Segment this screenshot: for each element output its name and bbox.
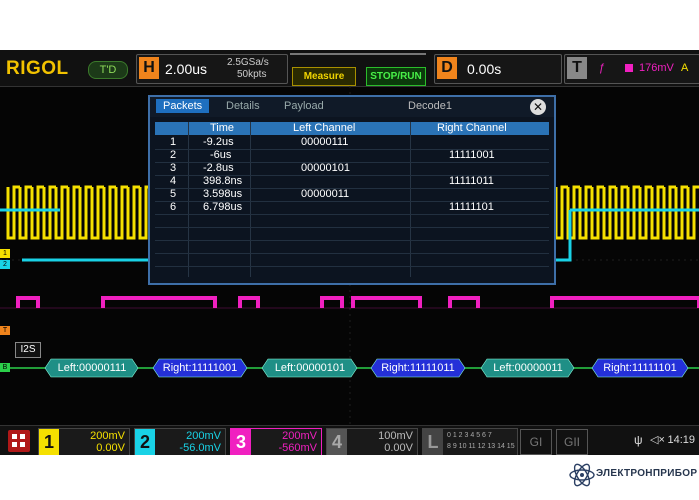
- table-row-empty: [155, 240, 549, 254]
- table-row[interactable]: 6 6.798us 11111101: [155, 201, 549, 215]
- watermark-text: ЭЛЕКТРОНПРИБОР: [596, 468, 698, 479]
- row-time: 398.8ns: [203, 175, 243, 187]
- channel3-settings[interactable]: 3 200mV -560mV: [230, 428, 322, 455]
- channel2-settings[interactable]: 2 200mV -56.0mV: [134, 428, 226, 455]
- row-time: -6us: [210, 149, 232, 161]
- channel1-offset: 0.00V: [96, 442, 125, 454]
- row-index: 3: [170, 162, 177, 174]
- channel2-offset: -56.0mV: [179, 442, 221, 454]
- logic-badge: L: [423, 429, 443, 455]
- channel4-settings[interactable]: 4 100mV 0.00V: [326, 428, 418, 455]
- row-index: 4: [170, 175, 177, 187]
- channel1-settings[interactable]: 1 200mV 0.00V: [38, 428, 130, 455]
- row-time: 3.598us: [203, 188, 243, 200]
- bus-level-marker[interactable]: B: [0, 363, 10, 372]
- bus-packet-2: Right:11111001: [162, 362, 238, 374]
- channel1-scale: 200mV: [90, 430, 125, 442]
- table-row[interactable]: 3 -2.8us 00000101: [155, 162, 549, 176]
- ch1-level-marker[interactable]: 1: [0, 249, 10, 258]
- channel4-offset: 0.00V: [384, 442, 413, 454]
- bus-protocol-label: I2S: [15, 342, 41, 358]
- channel2-scale: 200mV: [186, 430, 221, 442]
- close-icon[interactable]: ✕: [530, 99, 546, 115]
- table-row-empty: [155, 214, 549, 228]
- channel4-badge: 4: [327, 429, 347, 455]
- row-right-value: 11111101: [449, 201, 494, 213]
- row-right-value: 11111001: [449, 149, 495, 161]
- bus-packet-3: Left:00000101: [274, 362, 346, 374]
- logic-analyzer-settings[interactable]: L 0 1 2 3 4 5 6 7 8 9 10 11 12 13 14 15: [422, 428, 518, 455]
- table-row-empty: [155, 227, 549, 241]
- channel3-offset: -560mV: [278, 442, 317, 454]
- ch2-level-marker[interactable]: 2: [0, 260, 10, 269]
- row-right-value: 11111011: [449, 175, 494, 187]
- row-index: 6: [170, 201, 177, 213]
- bus-packet-1: Left:00000111: [57, 362, 127, 374]
- row-left-value: 00000101: [301, 162, 350, 174]
- atom-logo-icon: [569, 463, 595, 487]
- channel2-badge: 2: [135, 429, 155, 455]
- bus-packet-6: Right:11111101: [603, 362, 677, 374]
- row-left-value: 00000111: [301, 136, 349, 148]
- column-right-channel: Right Channel: [437, 122, 507, 134]
- row-left-value: 00000011: [301, 188, 350, 200]
- trigger-level-marker[interactable]: T: [0, 326, 10, 335]
- row-time: -2.8us: [203, 162, 234, 174]
- channel1-badge: 1: [39, 429, 59, 455]
- row-index: 5: [170, 188, 177, 200]
- clock: 14:19: [667, 434, 695, 446]
- row-index: 1: [170, 136, 177, 148]
- table-row[interactable]: 2 -6us 11111001: [155, 149, 549, 163]
- tab-details[interactable]: Details: [226, 100, 260, 112]
- dialog-tab-bar: Packets Details Payload Decode1 ✕: [150, 97, 554, 117]
- generator1-button[interactable]: GI: [520, 429, 552, 455]
- oscilloscope-screen: RIGOL T'D H 2.00us 2.5GSa/s 50kpts Measu…: [0, 50, 699, 455]
- table-row[interactable]: 1 -9.2us 00000111: [155, 136, 549, 150]
- dialog-title: Decode1: [408, 100, 453, 112]
- tab-packets[interactable]: Packets: [156, 99, 210, 113]
- bus-packet-4: Right:11111011: [381, 362, 455, 374]
- table-row[interactable]: 5 3.598us 00000011: [155, 188, 549, 202]
- bus-packet-5: Left:00000011: [493, 362, 563, 374]
- speaker-icon: ◁×: [650, 434, 665, 446]
- usb-icon: ψ: [634, 433, 643, 447]
- table-row[interactable]: 4 398.8ns 11111011: [155, 175, 549, 189]
- table-row-empty: [155, 253, 549, 267]
- row-time: 6.798us: [203, 201, 243, 213]
- tab-payload[interactable]: Payload: [284, 100, 324, 112]
- bottom-channel-bar: 1 200mV 0.00V 2 200mV -56.0mV 3 200mV -5…: [0, 425, 699, 455]
- channel3-badge: 3: [231, 429, 251, 455]
- generator2-button[interactable]: GII: [556, 429, 588, 455]
- channel3-scale: 200mV: [282, 430, 317, 442]
- channel4-scale: 100mV: [378, 430, 413, 442]
- decode-packets-dialog: Packets Details Payload Decode1 ✕ Time L…: [148, 95, 556, 285]
- watermark: ЭЛЕКТРОНПРИБОР: [568, 458, 698, 492]
- table-header: Time Left Channel Right Channel: [155, 122, 549, 135]
- logic-bits-row2: 8 9 10 11 12 13 14 15: [447, 443, 515, 450]
- column-time: Time: [210, 122, 235, 134]
- row-time: -9.2us: [203, 136, 234, 148]
- logic-bits-row1: 0 1 2 3 4 5 6 7: [447, 432, 492, 439]
- row-index: 2: [170, 149, 177, 161]
- column-left-channel: Left Channel: [293, 122, 356, 134]
- main-menu-icon[interactable]: [8, 430, 30, 452]
